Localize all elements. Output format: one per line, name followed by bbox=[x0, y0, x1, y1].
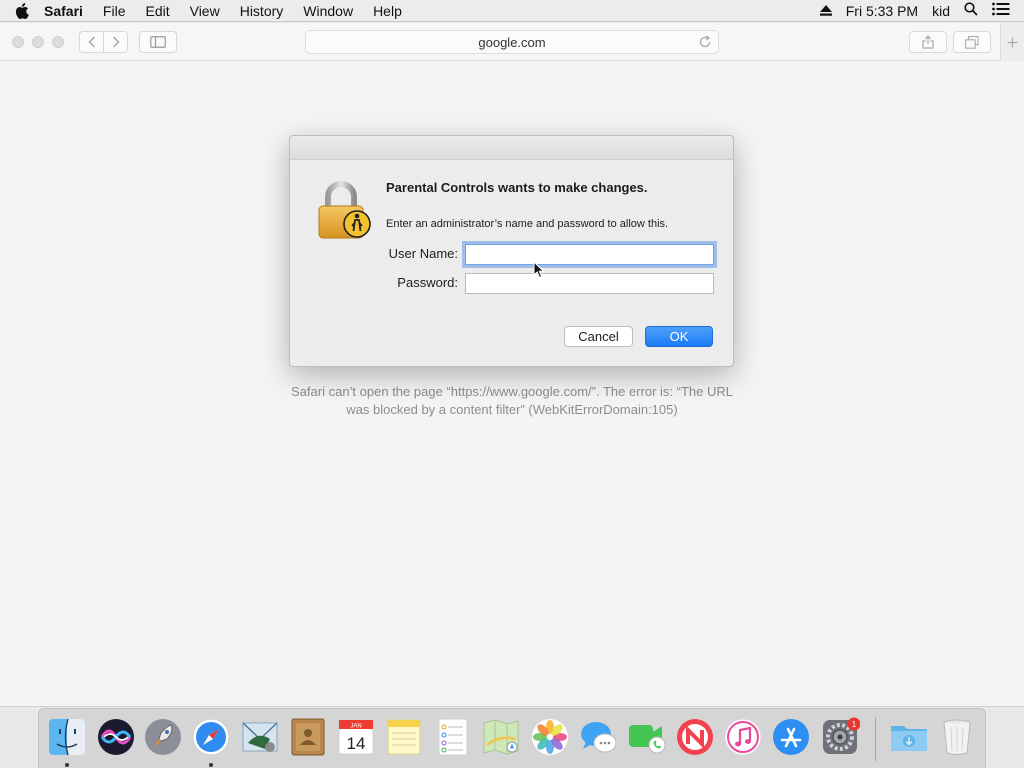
dock: JAN 14 1 bbox=[38, 708, 986, 768]
dock-calendar-icon[interactable]: JAN 14 bbox=[336, 717, 376, 757]
menu-view[interactable]: View bbox=[180, 0, 230, 22]
system-preferences-badge: 1 bbox=[852, 720, 857, 729]
back-button[interactable] bbox=[79, 31, 104, 53]
parental-controls-auth-dialog: Parental Controls wants to make changes.… bbox=[289, 135, 734, 367]
dock-app-store-icon[interactable] bbox=[771, 717, 811, 757]
eject-icon[interactable] bbox=[819, 3, 832, 19]
notification-center-icon[interactable] bbox=[992, 2, 1010, 19]
close-window-button[interactable] bbox=[12, 36, 24, 48]
share-button[interactable] bbox=[909, 31, 947, 53]
sidebar-icon bbox=[150, 36, 166, 48]
plus-icon bbox=[1007, 37, 1018, 47]
forward-button[interactable] bbox=[103, 31, 128, 53]
spotlight-search-icon[interactable] bbox=[964, 2, 978, 19]
password-label: Password: bbox=[397, 275, 458, 290]
dock-photos-icon[interactable] bbox=[530, 717, 570, 757]
calendar-day-label: 14 bbox=[347, 734, 366, 753]
tabs-overview-icon bbox=[965, 35, 979, 49]
menu-user[interactable]: kid bbox=[932, 3, 950, 19]
cancel-button[interactable]: Cancel bbox=[564, 326, 633, 347]
menu-app-name[interactable]: Safari bbox=[44, 0, 93, 22]
dialog-subtext: Enter an administrator’s name and passwo… bbox=[386, 218, 669, 230]
menu-clock[interactable]: Fri 5:33 PM bbox=[846, 3, 918, 19]
dock-trash-icon[interactable] bbox=[937, 717, 977, 757]
dock-facetime-icon[interactable] bbox=[627, 717, 667, 757]
chevron-right-icon bbox=[112, 36, 120, 48]
dock-system-preferences-icon[interactable]: 1 bbox=[820, 717, 861, 757]
dock-finder-icon[interactable] bbox=[47, 717, 87, 757]
password-field[interactable] bbox=[465, 273, 714, 294]
chevron-left-icon bbox=[87, 36, 95, 48]
zoom-window-button[interactable] bbox=[52, 36, 64, 48]
dock-mail-icon[interactable] bbox=[240, 717, 280, 757]
menu-help[interactable]: Help bbox=[363, 0, 412, 22]
page-error-message: Safari can’t open the page “https://www.… bbox=[291, 384, 733, 417]
mouse-cursor-icon bbox=[533, 260, 545, 284]
apple-menu-icon[interactable] bbox=[0, 2, 44, 19]
menu-window[interactable]: Window bbox=[293, 0, 363, 22]
dock-contacts-icon[interactable] bbox=[288, 717, 328, 757]
dock-maps-icon[interactable] bbox=[481, 717, 521, 757]
dialog-titlebar bbox=[290, 136, 733, 160]
menu-bar: Safari File Edit View History Window Hel… bbox=[0, 0, 1024, 22]
dock-news-icon[interactable] bbox=[675, 717, 715, 757]
dock-itunes-icon[interactable] bbox=[723, 717, 763, 757]
dock-separator bbox=[875, 717, 876, 761]
show-tabs-button[interactable] bbox=[953, 31, 991, 53]
dock-messages-icon[interactable] bbox=[578, 717, 618, 757]
safari-running-indicator bbox=[209, 763, 213, 767]
menu-file[interactable]: File bbox=[93, 0, 136, 22]
dock-siri-icon[interactable] bbox=[96, 717, 136, 757]
menu-edit[interactable]: Edit bbox=[135, 0, 179, 22]
share-icon bbox=[922, 35, 934, 49]
browser-toolbar: google.com bbox=[0, 23, 1024, 61]
address-bar[interactable]: google.com bbox=[305, 30, 719, 54]
username-field[interactable] bbox=[465, 244, 714, 265]
dock-launchpad-icon[interactable] bbox=[143, 717, 183, 757]
dock-reminders-icon[interactable] bbox=[433, 717, 473, 757]
new-tab-button[interactable] bbox=[1000, 23, 1024, 61]
menu-history[interactable]: History bbox=[230, 0, 294, 22]
dock-notes-icon[interactable] bbox=[384, 717, 424, 757]
sidebar-button[interactable] bbox=[139, 31, 177, 53]
ok-button[interactable]: OK bbox=[645, 326, 713, 347]
address-text: google.com bbox=[478, 34, 546, 50]
username-label: User Name: bbox=[388, 246, 458, 261]
reload-icon[interactable] bbox=[698, 35, 712, 52]
lock-icon bbox=[318, 180, 374, 247]
finder-running-indicator bbox=[65, 763, 69, 767]
dock-safari-icon[interactable] bbox=[191, 717, 231, 757]
calendar-month-label: JAN bbox=[350, 724, 361, 730]
minimize-window-button[interactable] bbox=[32, 36, 44, 48]
dialog-heading: Parental Controls wants to make changes. bbox=[386, 180, 648, 195]
dock-downloads-folder-icon[interactable] bbox=[889, 717, 929, 757]
